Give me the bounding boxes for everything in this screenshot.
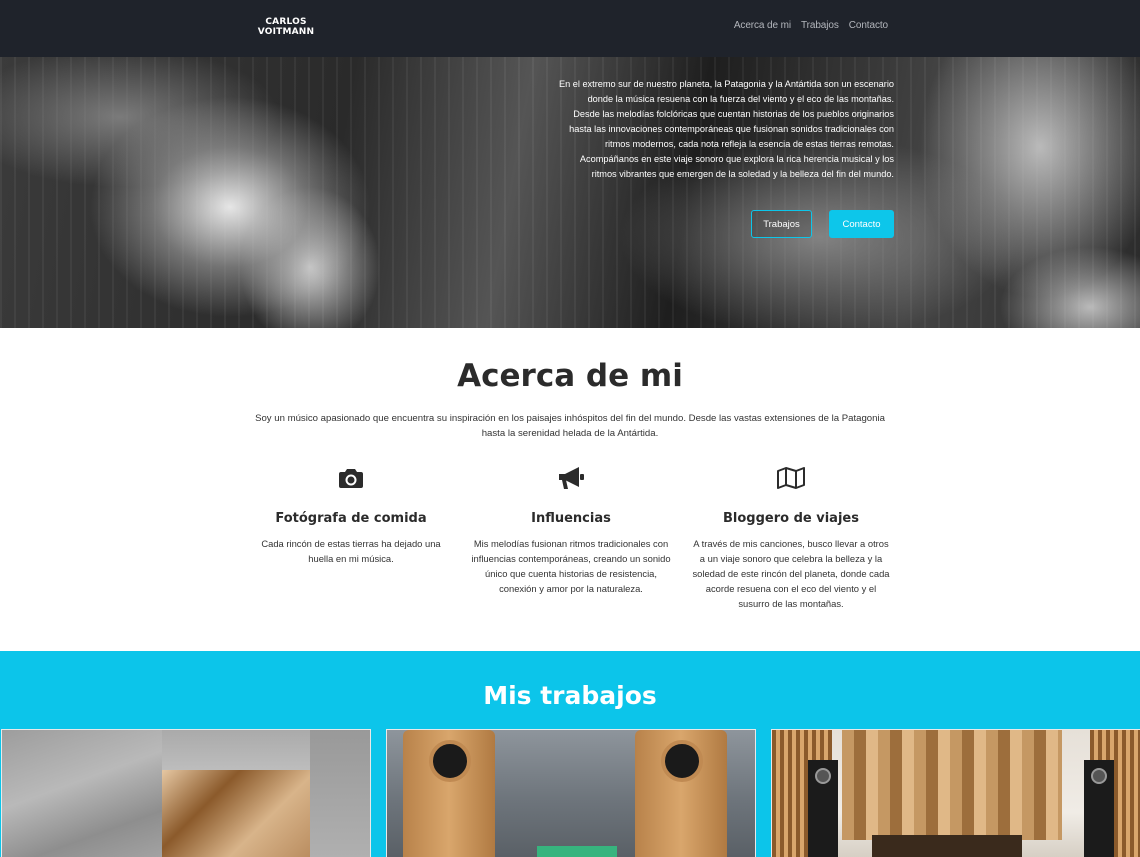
hero-line: Acompáñanos en este viaje sonoro que exp… <box>579 154 894 164</box>
feature-title: Bloggero de viajes <box>723 511 859 526</box>
nav-link-contact[interactable]: Contacto <box>849 20 888 31</box>
feature-title: Influencias <box>531 511 611 526</box>
work-thumbnail-listening-room[interactable] <box>771 729 1140 857</box>
feature-text: A través de mis canciones, busco llevar … <box>692 538 890 609</box>
hero-banner: En el extremo sur de nuestro planeta, la… <box>0 57 1140 328</box>
logo-line-1: CARLOS <box>265 17 307 27</box>
map-icon <box>691 465 891 491</box>
navbar: CARLOS VOITMANN Acerca de mi Trabajos Co… <box>0 0 1140 57</box>
about-lead: Soy un músico apasionado que encuentra s… <box>255 413 885 439</box>
logo[interactable]: CARLOS VOITMANN <box>256 17 316 37</box>
feature-text: Mis melodías fusionan ritmos tradicional… <box>471 538 671 594</box>
nav-link-about[interactable]: Acerca de mi <box>734 20 791 31</box>
feature-influences: Influencias Mis melodías fusionan ritmos… <box>471 465 671 596</box>
hero-line: ritmos modernos, cada nota refleja la es… <box>604 139 894 149</box>
hero-line: Desde las melodías folclóricas que cuent… <box>573 109 894 119</box>
hero-line: donde la música resuena con la fuerza de… <box>587 94 894 104</box>
about-title: Acerca de mi <box>457 358 683 394</box>
works-section: Mis trabajos <box>0 651 1140 857</box>
feature-title: Fotógrafa de comida <box>275 511 427 526</box>
hero-contact-button[interactable]: Contacto <box>829 210 894 238</box>
hero-text: En el extremo sur de nuestro planeta, la… <box>494 77 894 182</box>
feature-text: Cada rincón de estas tierras ha dejado u… <box>261 538 441 564</box>
hero-line: hasta las innovaciones contemporáneas qu… <box>569 124 894 134</box>
camera-icon <box>251 465 451 491</box>
logo-line-2: VOITMANN <box>257 27 315 37</box>
work-thumbnail-acoustic-panel[interactable] <box>1 729 371 857</box>
megaphone-icon <box>471 465 671 491</box>
works-title: Mis trabajos <box>483 681 657 710</box>
nav-links: Acerca de mi Trabajos Contacto <box>734 20 888 31</box>
hero-line: En el extremo sur de nuestro planeta, la… <box>558 79 894 89</box>
hero-works-button[interactable]: Trabajos <box>751 210 812 238</box>
feature-travel-blogger: Bloggero de viajes A través de mis canci… <box>691 465 891 611</box>
feature-food-photographer: Fotógrafa de comida Cada rincón de estas… <box>251 465 451 566</box>
work-thumbnail-wooden-speakers[interactable] <box>386 729 756 857</box>
nav-link-works[interactable]: Trabajos <box>801 20 839 31</box>
hero-line: ritmos vibrantes que emergen de la soled… <box>591 169 894 179</box>
